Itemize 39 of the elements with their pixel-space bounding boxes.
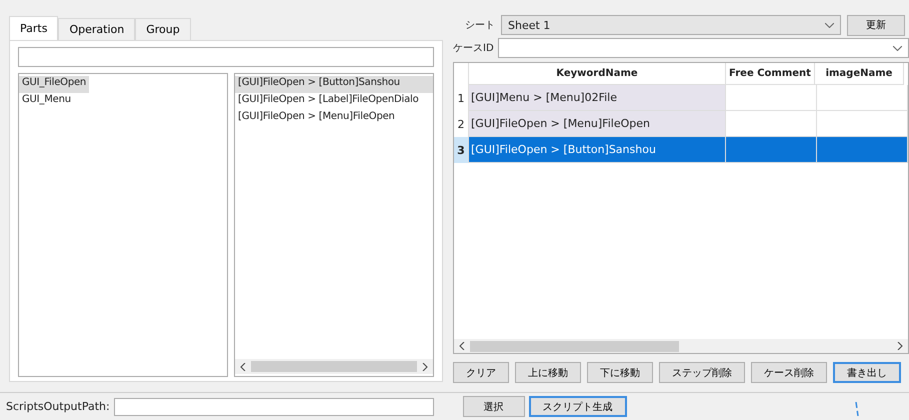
generate-script-button[interactable]: スクリプト生成 (528, 396, 627, 417)
tab[interactable]: Operation (58, 18, 136, 40)
column-header[interactable]: Free Comment (726, 63, 815, 85)
chevron-down-icon (825, 22, 834, 28)
action-button[interactable]: 上に移動 (515, 362, 581, 383)
column-header[interactable]: imageName (815, 63, 904, 85)
action-button[interactable]: 書き出し (833, 362, 901, 383)
row-number: 3 (454, 137, 469, 163)
action-button[interactable]: ケース削除 (751, 362, 827, 383)
table-cell[interactable]: [GUI]Menu > [Menu]02File (469, 85, 726, 111)
action-button[interactable]: 下に移動 (587, 362, 653, 383)
list-item[interactable]: [GUI]FileOpen > [Button]Sanshou (235, 76, 433, 93)
horizontal-scrollbar[interactable] (454, 339, 908, 353)
action-button[interactable]: ステップ削除 (659, 362, 745, 383)
table-cell[interactable] (817, 137, 908, 163)
table-cell[interactable]: [GUI]FileOpen > [Button]Sanshou (469, 137, 726, 163)
sheet-dropdown[interactable]: Sheet 1 (501, 15, 841, 35)
chevron-down-icon (893, 46, 902, 50)
select-button[interactable]: 選択 (462, 396, 525, 417)
annotation-line (855, 402, 859, 416)
case-id-label: ケースID (453, 42, 494, 55)
case-id-dropdown[interactable] (498, 38, 909, 58)
tab[interactable]: Group (135, 18, 191, 40)
horizontal-scrollbar[interactable] (235, 359, 433, 374)
list-item[interactable]: [GUI]FileOpen > [Menu]FileOpen (235, 110, 433, 127)
tab[interactable]: Parts (9, 16, 58, 40)
action-button[interactable]: クリア (453, 362, 509, 383)
search-field[interactable] (18, 47, 434, 67)
list-item[interactable]: GUI_Menu (19, 93, 74, 110)
table-cell[interactable] (726, 85, 817, 111)
list-item[interactable]: GUI_FileOpen (19, 76, 90, 93)
sheet-label: シート (465, 19, 495, 32)
refresh-button[interactable]: 更新 (847, 14, 905, 36)
output-path-field[interactable] (114, 398, 434, 416)
output-path-label: ScriptsOutputPath: (6, 400, 110, 413)
table-cell[interactable] (817, 85, 908, 111)
table-cell[interactable]: [GUI]FileOpen > [Menu]FileOpen (469, 111, 726, 137)
list-item[interactable]: [GUI]FileOpen > [Label]FileOpenDialo (235, 93, 433, 110)
table-cell[interactable] (726, 137, 817, 163)
